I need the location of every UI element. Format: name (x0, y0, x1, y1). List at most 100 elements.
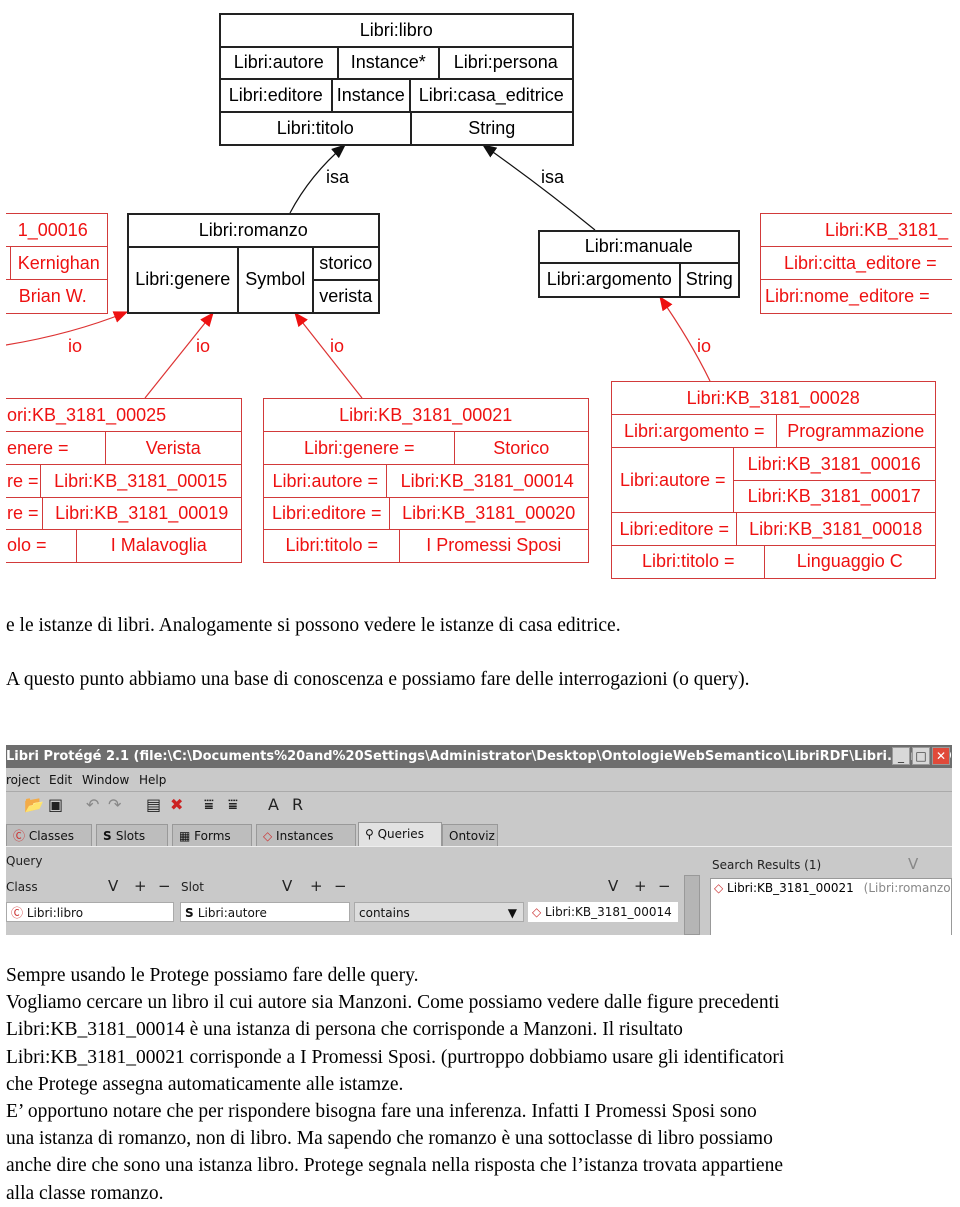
box-cell-romanzo: storico (312, 246, 380, 281)
class-label: Class (6, 880, 38, 894)
search-results-list[interactable]: ◇ Libri:KB_3181_00021 (Libri:romanzo) (710, 878, 952, 935)
divider (6, 846, 952, 847)
tab-classes[interactable]: Ⓒ Classes (6, 824, 92, 846)
tab-forms[interactable]: ▦ Forms (172, 824, 252, 846)
box-title-manuale: Libri:manuale (538, 230, 740, 264)
slot-icon: S (103, 829, 116, 843)
value-add-button[interactable]: + (634, 877, 647, 895)
menu-window[interactable]: Window (82, 769, 129, 791)
paragraph-line: Sempre usando le Protege possiamo fare d… (6, 965, 419, 986)
menu-edit[interactable]: Edit (49, 769, 72, 791)
slot-field[interactable]: S Libri:autore (180, 902, 350, 922)
copy-icon[interactable]: ▤ (146, 795, 161, 814)
window-title: Libri Protégé 2.1 (file:\C:\Documents%20… (6, 749, 952, 764)
io-label: io (196, 336, 211, 356)
open-icon[interactable]: 📂 (24, 795, 44, 814)
chevron-down-icon: ▼ (507, 906, 517, 920)
minimize-button[interactable]: _ (892, 747, 910, 765)
instance-icon: ◇ (263, 829, 277, 843)
forms-icon: ▦ (179, 829, 195, 843)
box-cell-inst-00028: Programmazione (776, 414, 936, 449)
class-remove-button[interactable]: − (158, 877, 171, 895)
maximize-button[interactable]: □ (912, 747, 930, 765)
menu-help[interactable]: Help (139, 769, 166, 791)
box-cell-libro: Instance* (337, 46, 440, 80)
binoculars-icon: ⚲ (365, 827, 378, 841)
slot-icon: S (185, 906, 198, 920)
box-cell-right-instance: Libri:nome_editore = (760, 279, 952, 314)
isa-arrow-manuale (482, 144, 596, 231)
value-remove-button[interactable]: − (658, 877, 671, 895)
box-cell-inst-00028: Libri:KB_3181_00016 (733, 447, 936, 482)
io-arrow-00021 (294, 312, 363, 399)
io-label: io (330, 336, 345, 356)
class-choose-button[interactable]: V (108, 877, 118, 895)
box-cell-libro: Instance (331, 78, 411, 113)
operator-select[interactable]: contains ▼ (354, 902, 524, 922)
class-icon: Ⓒ (13, 829, 29, 843)
box-cell-inst-00021: Libri:autore = (263, 464, 388, 499)
menu-project[interactable]: roject (6, 769, 40, 791)
add-slot-a-icon[interactable]: ⩸ (228, 795, 238, 815)
slot-add-button[interactable]: + (310, 877, 323, 895)
box-title-inst-00025: ori:KB_3181_00025 (6, 398, 242, 433)
box-cell-inst-00021: Libri:editore = (263, 497, 391, 531)
paragraph-line: che Protege assegna automaticamente alle… (6, 1073, 404, 1095)
paragraph-line: Libri:KB_3181_00021 corrisponde a I Prom… (6, 1046, 785, 1068)
box-cell-inst-00021: Libri:KB_3181_00020 (389, 497, 589, 531)
paragraph-line: una istanza di romanzo, non di libro. Ma… (6, 1128, 773, 1150)
box-cell-inst-00025: enere = (6, 431, 107, 466)
box-cell-inst-00021: Storico (454, 431, 589, 466)
value-choose-button[interactable]: V (608, 877, 618, 895)
isa-label: isa (541, 167, 565, 187)
results-choose-button[interactable]: V (908, 855, 918, 873)
undo-icon[interactable]: ↶ (86, 795, 99, 814)
a-button[interactable]: A (268, 795, 279, 814)
box-cell-libro: String (410, 111, 574, 146)
box-cell-libro: Libri:editore (219, 78, 333, 113)
tab-slots[interactable]: S Slots (96, 824, 168, 846)
tab-instances[interactable]: ◇ Instances (256, 824, 356, 846)
box-cell-left-instance: Brian W. (6, 279, 108, 314)
protege-window-screenshot: Libri Protégé 2.1 (file:\C:\Documents%20… (6, 745, 952, 935)
box-cell-libro: Libri:persona (438, 46, 574, 80)
save-icon[interactable]: ▣ (48, 795, 63, 814)
class-add-button[interactable]: + (134, 877, 147, 895)
instance-icon: ◇ (532, 905, 546, 919)
list-item[interactable]: ◇ Libri:KB_3181_00021 (Libri:romanzo) (711, 879, 952, 897)
box-title-romanzo: Libri:romanzo (127, 213, 380, 248)
isa-label: isa (326, 167, 350, 187)
box-cell-inst-00028: Libri:KB_3181_00017 (733, 480, 936, 514)
paragraph-line: Libri:KB_3181_00014 è una istanza di per… (6, 1019, 683, 1041)
r-button[interactable]: R (292, 795, 303, 814)
slot-remove-button[interactable]: − (334, 877, 347, 895)
close-button[interactable]: ✕ (932, 747, 950, 765)
box-title-libro: Libri:libro (219, 13, 574, 48)
class-icon: Ⓒ (11, 906, 27, 920)
box-cell-inst-00025: olo = (6, 529, 78, 563)
box-cell-inst-00028: Linguaggio C (764, 545, 936, 579)
instance-value-field[interactable]: ◇ Libri:KB_3181_00014 (528, 902, 678, 922)
delete-icon[interactable]: ✖ (170, 795, 183, 814)
box-cell-inst-00025: Libri:KB_3181_00019 (42, 497, 242, 531)
tab-queries[interactable]: ⚲ Queries (358, 822, 442, 847)
add-slot-icon[interactable]: ⩸ (204, 795, 214, 815)
window-title-bar: Libri Protégé 2.1 (file:\C:\Documents%20… (6, 745, 952, 768)
box-cell-inst-00025: re = (6, 464, 42, 499)
tab-ontoviz[interactable]: Ontoviz (442, 824, 498, 846)
box-title-inst-00021: Libri:KB_3181_00021 (263, 398, 589, 433)
class-field[interactable]: Ⓒ Libri:libro (6, 902, 174, 922)
io-label: io (697, 336, 712, 356)
redo-icon[interactable]: ↷ (108, 795, 121, 814)
box-title-right-instance: Libri:KB_3181_ (760, 213, 952, 248)
ontology-diagram: isa isa io io io io Libri:libro Libri:aut… (6, 0, 952, 590)
box-cell-inst-00025: I Malavoglia (76, 529, 242, 563)
box-cell-manuale: Libri:argomento (538, 262, 681, 298)
slot-choose-button[interactable]: V (282, 877, 292, 895)
box-title-inst-00028: Libri:KB_3181_00028 (611, 381, 936, 416)
box-cell-inst-00028: Libri:KB_3181_00018 (736, 512, 936, 547)
text-line: A questo punto abbiamo una base di conos… (6, 669, 750, 690)
box-cell-romanzo: Libri:genere (127, 246, 239, 314)
scrollbar[interactable] (684, 875, 700, 935)
paragraph-line: E’ opportuno notare che per rispondere b… (6, 1101, 757, 1122)
